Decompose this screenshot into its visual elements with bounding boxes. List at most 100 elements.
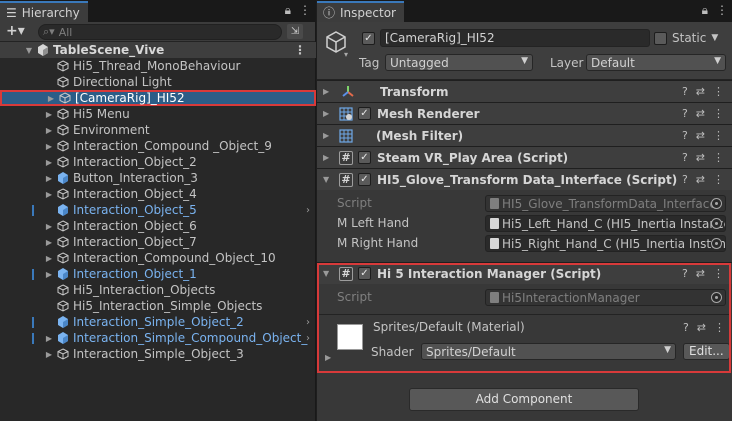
right-hand-field[interactable]: Hi5_Right_Hand_C (HI5_Inertia Instance bbox=[485, 234, 726, 252]
add-component-button[interactable]: Add Component bbox=[409, 388, 639, 411]
fold-arrow-icon[interactable]: ▶ bbox=[325, 353, 331, 362]
create-plus-button[interactable]: +▾ bbox=[6, 23, 25, 39]
hierarchy-item[interactable]: Interaction_Simple_Object_2 › bbox=[0, 314, 316, 330]
menu-icon[interactable]: ⋮ bbox=[716, 3, 728, 18]
hierarchy-item-selected[interactable]: ▶ [CameraRig]_HI52 bbox=[0, 90, 316, 106]
tag-dropdown[interactable]: Untagged ▼ bbox=[385, 54, 533, 71]
preset-icon[interactable]: ⇄ bbox=[696, 129, 705, 142]
open-prefab-chevron-icon[interactable]: › bbox=[306, 333, 310, 344]
help-icon[interactable]: ? bbox=[682, 267, 688, 280]
preset-icon[interactable]: ⇄ bbox=[696, 151, 705, 164]
expand-arrow-icon[interactable]: ▶ bbox=[44, 126, 54, 135]
component-mesh-filter[interactable]: ▶ (Mesh Filter) ? ⇄ ⋮ bbox=[317, 124, 732, 146]
object-picker-icon[interactable] bbox=[711, 237, 722, 249]
hierarchy-item[interactable]: ▶ Interaction_Simple_Object_3 bbox=[0, 346, 316, 362]
static-checkbox[interactable] bbox=[654, 31, 667, 45]
lock-icon[interactable]: 🔒︎ bbox=[702, 3, 708, 18]
expand-arrow-icon[interactable]: ▶ bbox=[44, 190, 54, 199]
help-icon[interactable]: ? bbox=[682, 173, 688, 186]
shader-dropdown[interactable]: Sprites/Default ▼ bbox=[421, 343, 676, 360]
hierarchy-item[interactable]: ▶ Interaction_Simple_Compound_Object_ › bbox=[0, 330, 316, 346]
expand-arrow-icon[interactable]: ▶ bbox=[44, 254, 54, 263]
hierarchy-search-input[interactable]: ⌕▾ All bbox=[38, 24, 282, 40]
expand-arrow-icon[interactable]: ▼ bbox=[24, 46, 34, 55]
preset-icon[interactable]: ⇄ bbox=[696, 85, 705, 98]
hierarchy-item[interactable]: ▶ Interaction_Object_7 bbox=[0, 234, 316, 250]
object-name-field[interactable]: [CameraRig]_HI52 bbox=[380, 29, 650, 47]
scene-row[interactable]: ▼ TableScene_Vive ⋮ bbox=[0, 42, 316, 58]
help-icon[interactable]: ? bbox=[682, 107, 688, 120]
fold-arrow-icon[interactable]: ▼ bbox=[323, 175, 335, 184]
hierarchy-tab[interactable]: ☰ Hierarchy bbox=[0, 1, 88, 22]
expand-arrow-icon[interactable]: ▶ bbox=[44, 334, 54, 343]
help-icon[interactable]: ? bbox=[682, 129, 688, 142]
component-menu-icon[interactable]: ⋮ bbox=[713, 173, 724, 186]
menu-icon[interactable]: ⋮ bbox=[299, 3, 311, 18]
open-prefab-chevron-icon[interactable]: › bbox=[306, 317, 310, 328]
active-checkbox[interactable]: ✓ bbox=[362, 32, 375, 45]
component-mesh-renderer[interactable]: ▶ ✓ Mesh Renderer ? ⇄ ⋮ bbox=[317, 102, 732, 124]
fold-arrow-icon[interactable]: ▼ bbox=[323, 269, 335, 278]
scene-menu-icon[interactable]: ⋮ bbox=[294, 43, 306, 57]
component-hi5-interaction-manager[interactable]: ▼ # ✓ Hi 5 Interaction Manager (Script) … bbox=[317, 262, 732, 284]
expand-arrow-icon[interactable]: ▶ bbox=[44, 350, 54, 359]
expand-arrow-icon[interactable]: ▶ bbox=[44, 222, 54, 231]
hierarchy-item[interactable]: ▶ Interaction_Object_2 bbox=[0, 154, 316, 170]
component-enabled-checkbox[interactable]: ✓ bbox=[358, 151, 371, 164]
expand-arrow-icon[interactable]: ▶ bbox=[44, 174, 54, 183]
component-steamvr-play-area[interactable]: ▶ # ✓ Steam VR_Play Area (Script) ? ⇄ ⋮ bbox=[317, 146, 732, 168]
expand-arrow-icon[interactable]: ▶ bbox=[44, 238, 54, 247]
object-picker-icon[interactable] bbox=[711, 217, 722, 229]
lock-icon[interactable]: 🔒︎ bbox=[285, 3, 291, 18]
preset-icon[interactable]: ⇄ bbox=[696, 173, 705, 186]
help-icon[interactable]: ? bbox=[682, 85, 688, 98]
preset-icon[interactable]: ⇄ bbox=[696, 107, 705, 120]
static-toggle[interactable]: Static ▼ bbox=[654, 31, 718, 45]
scene-visibility-button[interactable]: ⇲ bbox=[287, 24, 303, 39]
component-menu-icon[interactable]: ⋮ bbox=[713, 151, 724, 164]
help-icon[interactable]: ? bbox=[683, 321, 689, 334]
icon-dropdown-icon[interactable]: ▾ bbox=[344, 50, 348, 59]
expand-arrow-icon[interactable]: ▶ bbox=[44, 110, 54, 119]
fold-arrow-icon[interactable]: ▶ bbox=[323, 109, 335, 118]
preset-icon[interactable]: ⇄ bbox=[696, 267, 705, 280]
static-dropdown-icon[interactable]: ▼ bbox=[711, 33, 718, 43]
component-menu-icon[interactable]: ⋮ bbox=[713, 267, 724, 280]
hierarchy-item[interactable]: Hi5_Interaction_Objects bbox=[0, 282, 316, 298]
component-enabled-checkbox[interactable]: ✓ bbox=[358, 107, 371, 120]
expand-arrow-icon[interactable]: ▶ bbox=[44, 142, 54, 151]
component-menu-icon[interactable]: ⋮ bbox=[713, 85, 724, 98]
fold-arrow-icon[interactable]: ▶ bbox=[323, 131, 335, 140]
fold-arrow-icon[interactable]: ▶ bbox=[323, 87, 335, 96]
help-icon[interactable]: ? bbox=[682, 151, 688, 164]
component-menu-icon[interactable]: ⋮ bbox=[713, 129, 724, 142]
hierarchy-item[interactable]: Hi5_Thread_MonoBehaviour bbox=[0, 58, 316, 74]
layer-dropdown[interactable]: Default ▼ bbox=[586, 54, 726, 71]
hierarchy-item[interactable]: ▶ Environment bbox=[0, 122, 316, 138]
hierarchy-item[interactable]: ▶ Hi5 Menu bbox=[0, 106, 316, 122]
inspector-tab[interactable]: ⓘ Inspector bbox=[317, 1, 404, 22]
component-transform[interactable]: ▶ Transform ? ⇄ ⋮ bbox=[317, 80, 732, 102]
preset-icon[interactable]: ⇄ bbox=[697, 321, 706, 334]
hierarchy-item[interactable]: ▶ Interaction_Compound_Object_10 bbox=[0, 250, 316, 266]
fold-arrow-icon[interactable]: ▶ bbox=[323, 153, 335, 162]
hierarchy-item[interactable]: Hi5_Interaction_Simple_Objects bbox=[0, 298, 316, 314]
left-hand-field[interactable]: Hi5_Left_Hand_C (HI5_Inertia Instance bbox=[485, 214, 726, 232]
expand-arrow-icon[interactable]: ▶ bbox=[44, 270, 54, 279]
component-hi5-glove-transform[interactable]: ▼ # ✓ HI5_Glove_Transform Data_Interface… bbox=[317, 168, 732, 190]
hierarchy-item[interactable]: ▶ Interaction_Object_6 bbox=[0, 218, 316, 234]
component-enabled-checkbox[interactable]: ✓ bbox=[358, 267, 371, 280]
hierarchy-item[interactable]: ▶ Button_Interaction_3 bbox=[0, 170, 316, 186]
hierarchy-item[interactable]: Interaction_Object_5 › bbox=[0, 202, 316, 218]
hierarchy-item[interactable]: ▶ Interaction_Object_1 bbox=[0, 266, 316, 282]
hierarchy-item[interactable]: Directional Light bbox=[0, 74, 316, 90]
hierarchy-item[interactable]: ▶ Interaction_Compound _Object_9 bbox=[0, 138, 316, 154]
shader-edit-button[interactable]: Edit... bbox=[683, 343, 730, 360]
material-menu-icon[interactable]: ⋮ bbox=[714, 321, 725, 334]
component-enabled-checkbox[interactable]: ✓ bbox=[358, 173, 371, 186]
expand-arrow-icon[interactable]: ▶ bbox=[46, 94, 56, 103]
hierarchy-item[interactable]: ▶ Interaction_Object_4 bbox=[0, 186, 316, 202]
open-prefab-chevron-icon[interactable]: › bbox=[306, 205, 310, 216]
component-menu-icon[interactable]: ⋮ bbox=[713, 107, 724, 120]
expand-arrow-icon[interactable]: ▶ bbox=[44, 158, 54, 167]
